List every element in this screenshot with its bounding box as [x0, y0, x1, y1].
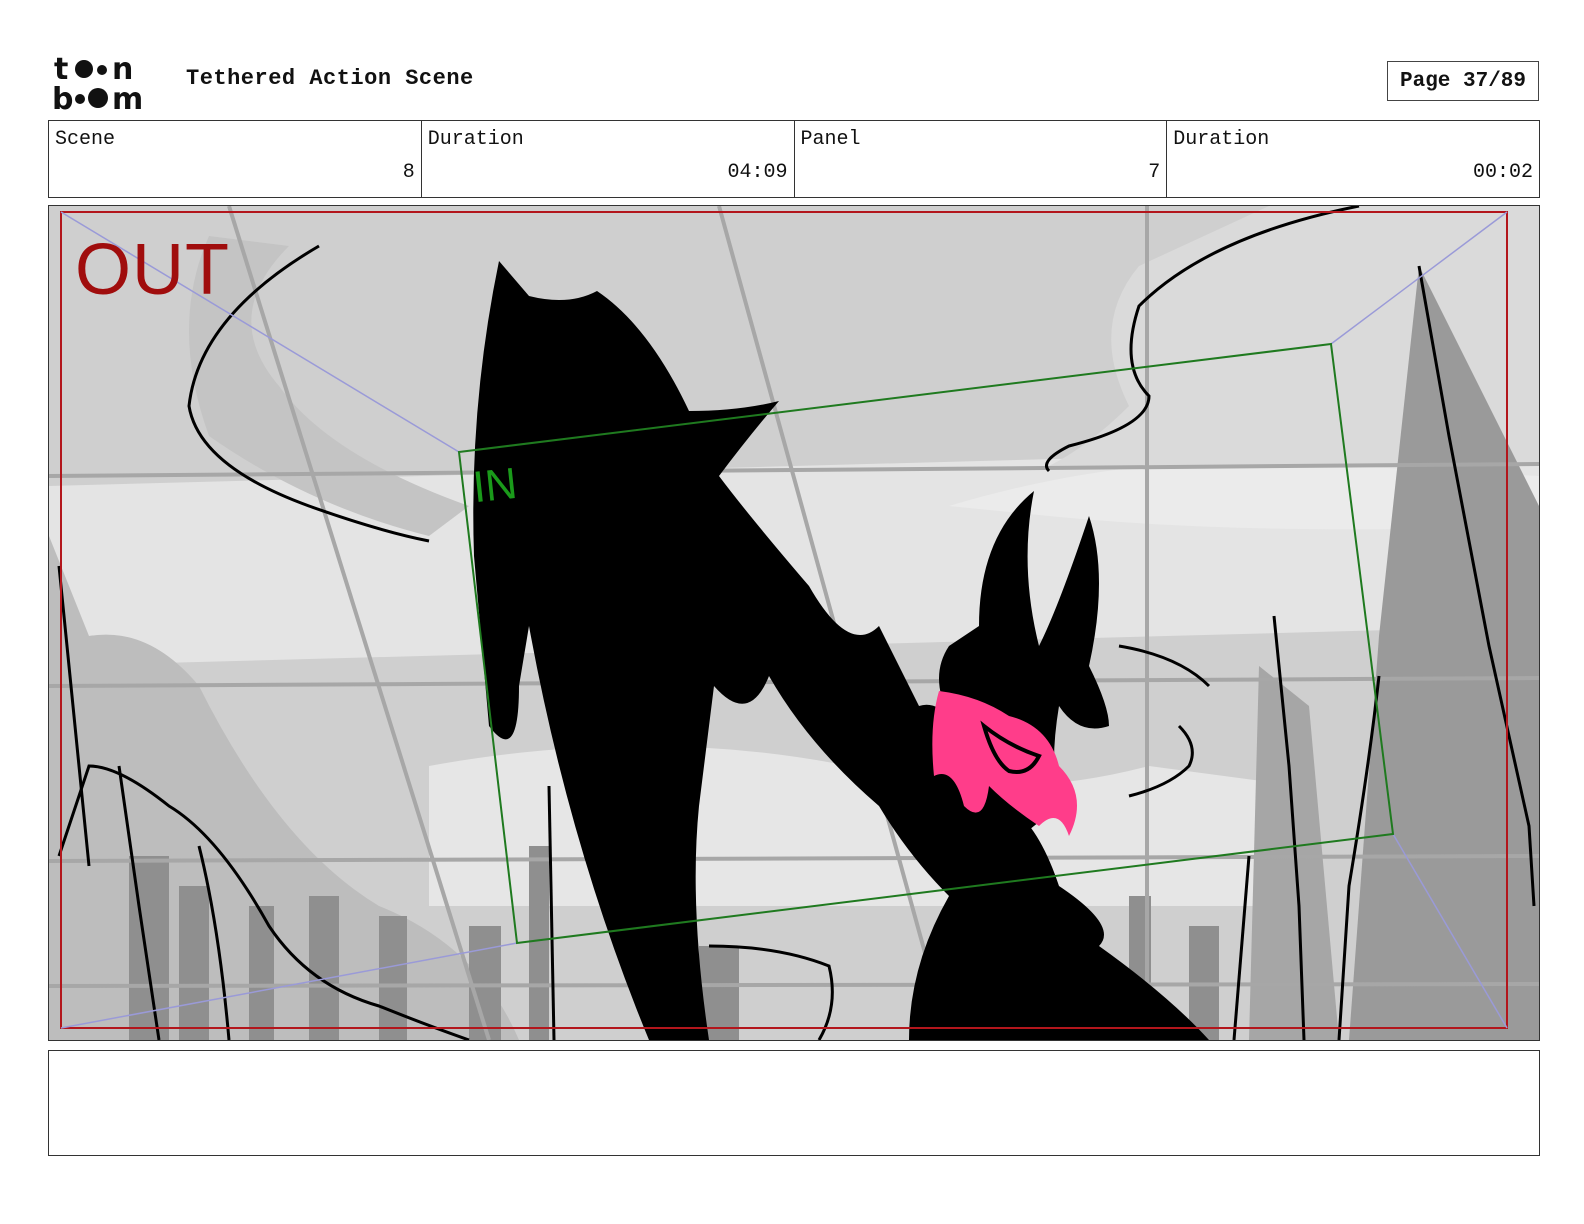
scene-duration-cell: Duration 04:09: [422, 121, 795, 197]
storyboard-drawing: [49, 206, 1539, 1040]
scene-duration-label: Duration: [427, 128, 524, 151]
storyboard-panel: OUT IN: [48, 205, 1540, 1041]
scene-value: 8: [402, 161, 415, 184]
panel-duration-label: Duration: [1173, 128, 1270, 151]
scene-duration-value: 04:09: [727, 161, 788, 184]
panel-notes-box[interactable]: [48, 1050, 1540, 1156]
toon-boom-logo: t n b m: [52, 52, 164, 117]
svg-text:b: b: [52, 82, 73, 112]
panel-cell: Panel 7: [795, 121, 1168, 197]
in-frame-label: IN: [470, 458, 520, 513]
scene-info-table: Scene 8 Duration 04:09 Panel 7 Duration …: [48, 120, 1540, 198]
project-title: Tethered Action Scene: [186, 66, 474, 91]
panel-duration-cell: Duration 00:02: [1167, 121, 1539, 197]
toon-boom-logo-icon: t n b m: [52, 52, 143, 117]
scene-cell: Scene 8: [49, 121, 422, 197]
svg-text:m: m: [112, 82, 143, 112]
out-frame-label: OUT: [75, 230, 230, 310]
scene-label: Scene: [55, 128, 116, 151]
page-indicator: Page 37/89: [1387, 61, 1539, 101]
panel-value: 7: [1148, 161, 1161, 184]
panel-label: Panel: [800, 128, 861, 151]
panel-duration-value: 00:02: [1472, 161, 1533, 184]
